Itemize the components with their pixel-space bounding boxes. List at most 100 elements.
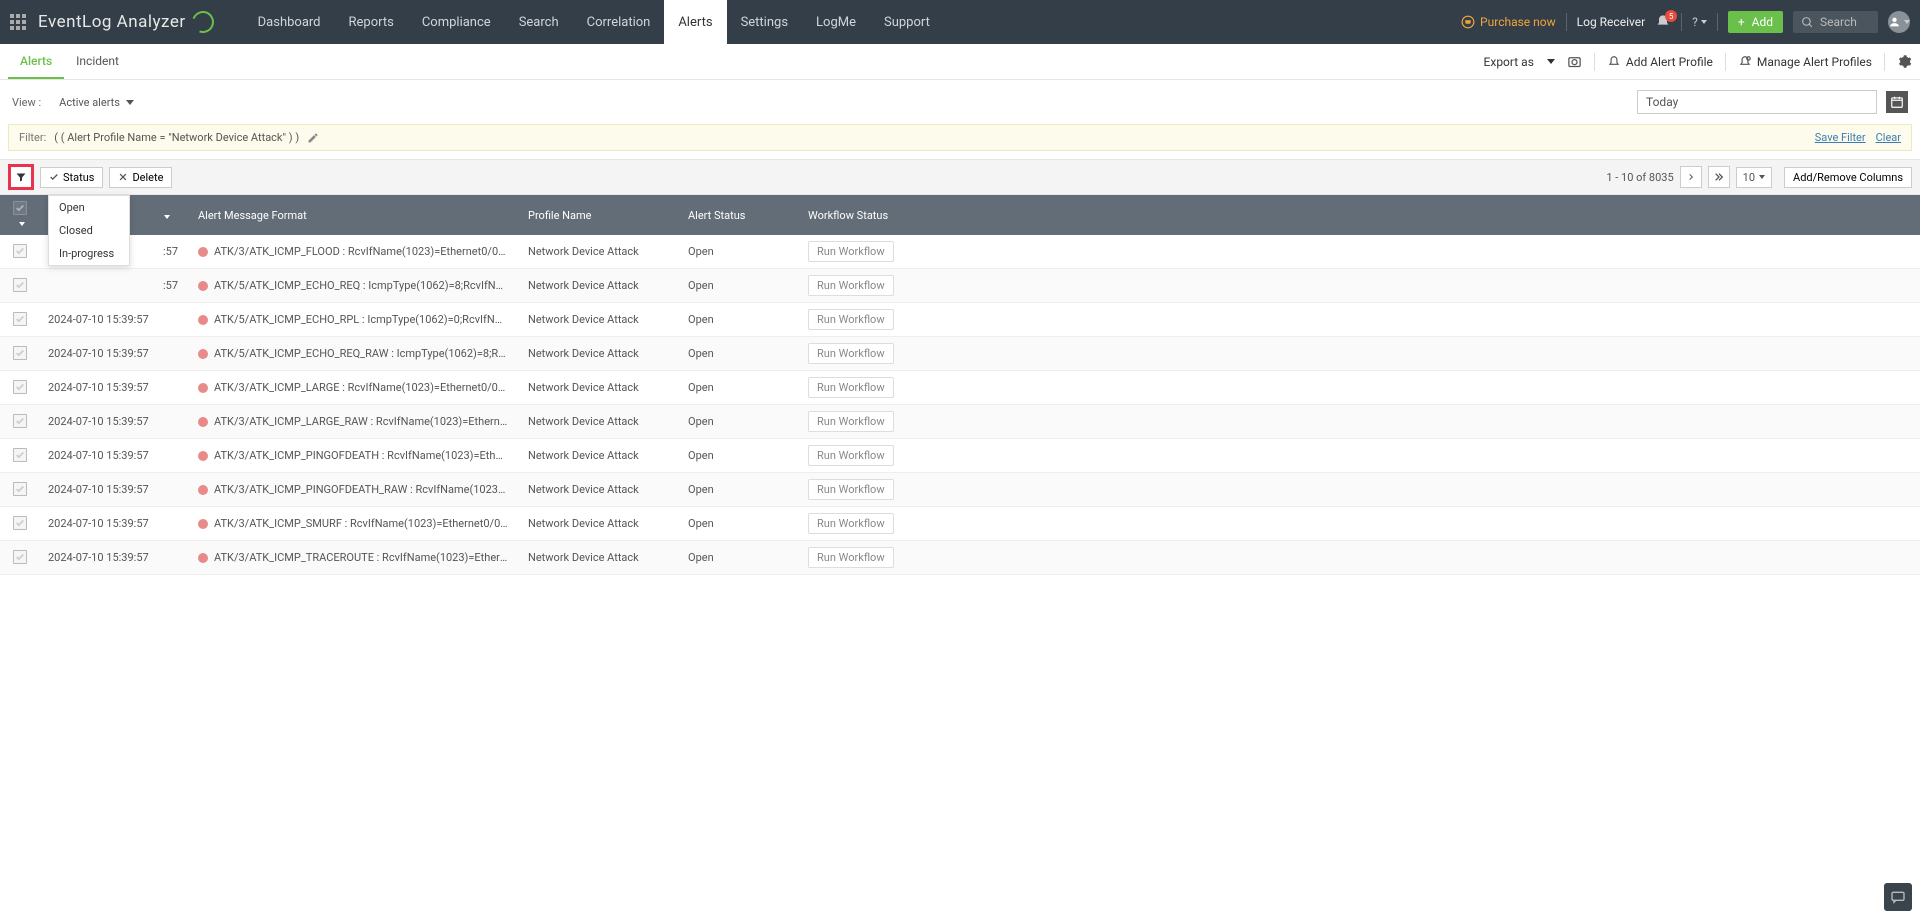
chat-widget[interactable] xyxy=(1884,883,1912,911)
select-all-checkbox[interactable] xyxy=(13,201,27,215)
nav-item-support[interactable]: Support xyxy=(870,0,944,44)
table-row[interactable]: 2024-07-10 15:39:57 ATK/3/ATK_ICMP_TRACE… xyxy=(0,541,1920,575)
nav-item-settings[interactable]: Settings xyxy=(727,0,802,44)
purchase-now-link[interactable]: Purchase now xyxy=(1461,15,1556,29)
main-nav: DashboardReportsComplianceSearchCorrelat… xyxy=(244,0,944,44)
date-range-selector[interactable]: Today xyxy=(1637,90,1877,114)
table-row[interactable]: 2024-07-10 15:39:57 ATK/3/ATK_ICMP_PINGO… xyxy=(0,439,1920,473)
last-page-button[interactable] xyxy=(1708,166,1730,188)
status-option-closed[interactable]: Closed xyxy=(49,219,129,242)
status-button[interactable]: Status xyxy=(40,167,103,188)
cell-status: Open xyxy=(680,541,800,575)
add-remove-columns-button[interactable]: Add/Remove Columns xyxy=(1784,167,1912,188)
run-workflow-button[interactable]: Run Workflow xyxy=(808,309,894,330)
row-checkbox[interactable] xyxy=(13,244,27,258)
status-option-open[interactable]: Open xyxy=(49,196,129,219)
run-workflow-button[interactable]: Run Workflow xyxy=(808,513,894,534)
run-workflow-button[interactable]: Run Workflow xyxy=(808,275,894,296)
delete-button[interactable]: Delete xyxy=(109,167,172,188)
global-search-input[interactable] xyxy=(1820,15,1870,29)
global-search[interactable] xyxy=(1793,11,1878,33)
row-checkbox[interactable] xyxy=(13,482,27,496)
nav-item-logme[interactable]: LogMe xyxy=(802,0,870,44)
run-workflow-button[interactable]: Run Workflow xyxy=(808,547,894,568)
cell-message: ATK/3/ATK_ICMP_FLOOD : RcvIfName(1023)=E… xyxy=(190,235,520,269)
subtab-incident[interactable]: Incident xyxy=(64,44,131,79)
cell-status: Open xyxy=(680,405,800,439)
select-menu-caret[interactable] xyxy=(19,222,25,226)
notification-badge: 5 xyxy=(1665,10,1677,22)
nav-item-compliance[interactable]: Compliance xyxy=(408,0,505,44)
run-workflow-button[interactable]: Run Workflow xyxy=(808,479,894,500)
column-header-message[interactable]: Alert Message Format xyxy=(190,195,520,235)
view-label: View : xyxy=(12,96,41,109)
status-option-inprogress[interactable]: In-progress xyxy=(49,242,129,265)
table-row[interactable]: :57 ATK/3/ATK_ICMP_FLOOD : RcvIfName(102… xyxy=(0,235,1920,269)
table-row[interactable]: 2024-07-10 15:39:57 ATK/3/ATK_ICMP_PINGO… xyxy=(0,473,1920,507)
severity-dot-icon xyxy=(198,519,208,529)
table-row[interactable]: 2024-07-10 15:39:57 ATK/3/ATK_ICMP_LARGE… xyxy=(0,405,1920,439)
status-filter-dropdown[interactable]: OpenClosedIn-progress xyxy=(48,195,130,266)
table-row[interactable]: 2024-07-10 15:39:57 ATK/3/ATK_ICMP_SMURF… xyxy=(0,507,1920,541)
notification-bell[interactable]: 5 xyxy=(1655,14,1671,30)
calendar-button[interactable] xyxy=(1886,91,1908,113)
row-checkbox[interactable] xyxy=(13,380,27,394)
next-page-button[interactable] xyxy=(1680,166,1702,188)
row-checkbox[interactable] xyxy=(13,278,27,292)
subtab-alerts[interactable]: Alerts xyxy=(8,44,64,79)
add-alert-profile-link[interactable]: Add Alert Profile xyxy=(1607,55,1713,69)
add-button[interactable]: + Add xyxy=(1728,11,1783,33)
table-row[interactable]: 2024-07-10 15:39:57 ATK/3/ATK_ICMP_LARGE… xyxy=(0,371,1920,405)
view-selector[interactable]: Active alerts xyxy=(51,93,142,112)
bell-add-icon xyxy=(1607,55,1621,69)
row-checkbox[interactable] xyxy=(13,312,27,326)
cell-profile: Network Device Attack xyxy=(520,371,680,405)
save-filter-link[interactable]: Save Filter xyxy=(1815,131,1866,144)
cell-message: ATK/5/ATK_ICMP_ECHO_RPL : IcmpType(1062)… xyxy=(190,303,520,337)
column-filter-toggle[interactable] xyxy=(8,164,34,190)
run-workflow-button[interactable]: Run Workflow xyxy=(808,377,894,398)
bell-gear-icon xyxy=(1738,55,1752,69)
nav-item-dashboard[interactable]: Dashboard xyxy=(244,0,335,44)
pencil-icon xyxy=(307,132,319,144)
help-menu[interactable]: ? xyxy=(1692,15,1707,29)
edit-filter-icon[interactable] xyxy=(307,132,319,144)
cell-time: 2024-07-10 15:39:57 xyxy=(40,507,190,541)
cell-profile: Network Device Attack xyxy=(520,439,680,473)
nav-item-correlation[interactable]: Correlation xyxy=(573,0,665,44)
row-checkbox[interactable] xyxy=(13,516,27,530)
column-header-profile[interactable]: Profile Name xyxy=(520,195,680,235)
nav-item-search[interactable]: Search xyxy=(505,0,573,44)
cell-time: 2024-07-10 15:39:57 xyxy=(40,439,190,473)
cell-profile: Network Device Attack xyxy=(520,235,680,269)
search-icon xyxy=(1801,16,1814,29)
settings-gear[interactable] xyxy=(1897,54,1912,69)
table-row[interactable]: 2024-07-10 15:39:57 ATK/5/ATK_ICMP_ECHO_… xyxy=(0,303,1920,337)
clear-filter-link[interactable]: Clear xyxy=(1876,131,1901,144)
apps-grid-icon[interactable] xyxy=(10,14,26,30)
nav-item-alerts[interactable]: Alerts xyxy=(664,0,726,44)
export-target-icon[interactable] xyxy=(1567,54,1582,69)
table-row[interactable]: :57 ATK/5/ATK_ICMP_ECHO_REQ : IcmpType(1… xyxy=(0,269,1920,303)
run-workflow-button[interactable]: Run Workflow xyxy=(808,445,894,466)
row-checkbox[interactable] xyxy=(13,550,27,564)
run-workflow-button[interactable]: Run Workflow xyxy=(808,241,894,262)
nav-item-reports[interactable]: Reports xyxy=(335,0,408,44)
run-workflow-button[interactable]: Run Workflow xyxy=(808,411,894,432)
severity-dot-icon xyxy=(198,247,208,257)
user-avatar[interactable] xyxy=(1888,11,1910,33)
row-checkbox[interactable] xyxy=(13,346,27,360)
log-receiver-link[interactable]: Log Receiver xyxy=(1577,15,1646,29)
export-as-menu[interactable]: Export as xyxy=(1484,55,1555,69)
manage-alert-profiles-link[interactable]: Manage Alert Profiles xyxy=(1738,55,1872,69)
row-checkbox[interactable] xyxy=(13,448,27,462)
per-page-selector[interactable]: 10 xyxy=(1736,167,1772,188)
cell-time: 2024-07-10 15:39:57 xyxy=(40,337,190,371)
column-header-workflow[interactable]: Workflow Status xyxy=(800,195,1920,235)
column-header-status[interactable]: Alert Status xyxy=(680,195,800,235)
run-workflow-button[interactable]: Run Workflow xyxy=(808,343,894,364)
row-checkbox[interactable] xyxy=(13,414,27,428)
table-row[interactable]: 2024-07-10 15:39:57 ATK/5/ATK_ICMP_ECHO_… xyxy=(0,337,1920,371)
severity-dot-icon xyxy=(198,383,208,393)
cell-message: ATK/3/ATK_ICMP_PINGOFDEATH_RAW : RcvIfNa… xyxy=(190,473,520,507)
